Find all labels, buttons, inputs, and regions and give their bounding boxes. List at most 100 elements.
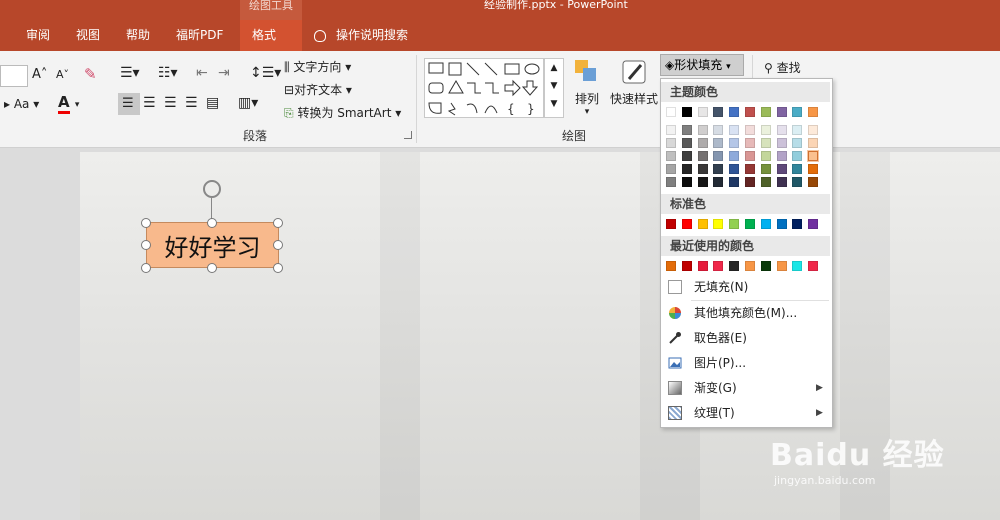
justify-icon[interactable]: ☰: [185, 95, 198, 111]
more-fill-colors-item[interactable]: 其他填充颜色(M)...: [661, 302, 830, 324]
theme-shade-swatch[interactable]: [713, 164, 724, 174]
theme-shade-swatch[interactable]: [681, 138, 692, 148]
resize-handle-sw[interactable]: [141, 263, 151, 273]
theme-shade-swatch[interactable]: [729, 125, 740, 135]
theme-shade-swatch[interactable]: [666, 138, 676, 148]
quick-styles-button[interactable]: 快速样式: [608, 57, 660, 107]
more-shapes-icon[interactable]: ▼: [545, 95, 563, 113]
theme-shade-swatch[interactable]: [681, 164, 692, 174]
tab-format[interactable]: 格式: [240, 20, 302, 51]
theme-shade-swatch[interactable]: [745, 177, 755, 187]
rotation-handle[interactable]: [203, 180, 221, 198]
theme-shade-swatch[interactable]: [776, 177, 787, 187]
increase-indent-icon[interactable]: ⇥: [218, 65, 230, 81]
recent-color-swatch[interactable]: [745, 261, 755, 271]
gradient-item[interactable]: 渐变(G) ▶: [661, 377, 830, 399]
theme-color-swatch[interactable]: [760, 107, 771, 117]
tab-foxit-pdf[interactable]: 福昕PDF: [164, 20, 235, 51]
recent-color-swatch[interactable]: [713, 261, 724, 271]
recent-color-swatch[interactable]: [681, 261, 692, 271]
theme-shade-swatch[interactable]: [729, 138, 740, 148]
paragraph-dialog-launcher[interactable]: [404, 131, 412, 139]
decrease-font-icon[interactable]: A˅: [56, 68, 69, 81]
distributed-icon[interactable]: ▤: [206, 95, 219, 111]
align-left-button[interactable]: ☰: [118, 93, 140, 115]
no-fill-item[interactable]: 无填充(N): [661, 276, 830, 298]
increase-font-icon[interactable]: A˄: [32, 67, 47, 82]
theme-shade-swatch[interactable]: [792, 151, 803, 161]
theme-shade-swatch[interactable]: [666, 125, 676, 135]
recent-color-swatch[interactable]: [729, 261, 740, 271]
theme-shade-swatch[interactable]: [697, 164, 708, 174]
standard-color-swatch[interactable]: [760, 219, 771, 229]
standard-color-swatch[interactable]: [666, 219, 676, 229]
standard-color-swatch[interactable]: [745, 219, 755, 229]
theme-shade-swatch[interactable]: [681, 177, 692, 187]
picture-fill-item[interactable]: 图片(P)...: [661, 352, 830, 374]
theme-shade-swatch[interactable]: [697, 125, 708, 135]
theme-shade-swatch[interactable]: [808, 151, 819, 161]
theme-color-swatch[interactable]: [681, 107, 692, 117]
theme-shade-swatch[interactable]: [713, 125, 724, 135]
text-direction-button[interactable]: ⫼ 文字方向 ▾: [284, 58, 351, 75]
theme-shade-swatch[interactable]: [792, 164, 803, 174]
decrease-indent-icon[interactable]: ⇤: [196, 65, 208, 81]
selected-textbox[interactable]: 好好学习: [146, 222, 279, 268]
resize-handle-se[interactable]: [273, 263, 283, 273]
font-size-field[interactable]: [0, 65, 28, 87]
theme-shade-swatch[interactable]: [713, 151, 724, 161]
theme-shade-swatch[interactable]: [776, 138, 787, 148]
theme-shade-swatch[interactable]: [760, 125, 771, 135]
standard-color-swatch[interactable]: [681, 219, 692, 229]
theme-shade-swatch[interactable]: [745, 125, 755, 135]
align-right-icon[interactable]: ☰: [164, 95, 177, 111]
theme-shade-swatch[interactable]: [681, 125, 692, 135]
theme-shade-swatch[interactable]: [666, 164, 676, 174]
align-text-button[interactable]: ⊟对齐文本 ▾: [284, 81, 352, 98]
theme-shade-swatch[interactable]: [666, 151, 676, 161]
recent-color-swatch[interactable]: [697, 261, 708, 271]
resize-handle-ne[interactable]: [273, 218, 283, 228]
find-button[interactable]: ⚲ 查找: [764, 59, 801, 76]
theme-shade-swatch[interactable]: [745, 138, 755, 148]
tell-me-search[interactable]: 操作说明搜索: [314, 20, 408, 51]
resize-handle-n[interactable]: [207, 218, 217, 228]
theme-shade-swatch[interactable]: [697, 151, 708, 161]
numbering-icon[interactable]: ☷▾: [158, 65, 178, 81]
standard-color-swatch[interactable]: [729, 219, 740, 229]
line-spacing-icon[interactable]: ↕☰▾: [250, 65, 281, 81]
standard-color-swatch[interactable]: [697, 219, 708, 229]
shapes-gallery[interactable]: { }: [424, 58, 544, 118]
recent-color-swatch[interactable]: [792, 261, 803, 271]
theme-shade-swatch[interactable]: [666, 177, 676, 187]
resize-handle-nw[interactable]: [141, 218, 151, 228]
texture-item[interactable]: 纹理(T) ▶: [661, 402, 830, 424]
theme-shade-swatch[interactable]: [792, 177, 803, 187]
scroll-down-icon[interactable]: ▼: [545, 77, 563, 95]
theme-shade-swatch[interactable]: [697, 138, 708, 148]
standard-color-swatch[interactable]: [808, 219, 819, 229]
theme-color-swatch[interactable]: [729, 107, 740, 117]
theme-color-swatch[interactable]: [697, 107, 708, 117]
theme-shade-swatch[interactable]: [745, 151, 755, 161]
theme-shade-swatch[interactable]: [760, 164, 771, 174]
theme-shade-swatch[interactable]: [792, 125, 803, 135]
theme-shade-swatch[interactable]: [729, 151, 740, 161]
theme-color-swatch[interactable]: [666, 107, 676, 117]
theme-shade-swatch[interactable]: [760, 151, 771, 161]
theme-color-swatch[interactable]: [713, 107, 724, 117]
tab-view[interactable]: 视图: [64, 20, 112, 51]
columns-icon[interactable]: ▥▾: [238, 95, 258, 111]
align-center-icon[interactable]: ☰: [143, 95, 156, 111]
clear-format-icon[interactable]: ✎: [84, 65, 97, 83]
font-color-icon[interactable]: A ▾: [58, 93, 79, 114]
theme-shade-swatch[interactable]: [760, 177, 771, 187]
theme-shade-swatch[interactable]: [713, 138, 724, 148]
theme-color-swatch[interactable]: [808, 107, 819, 117]
bullets-icon[interactable]: ☰▾: [120, 65, 140, 81]
theme-color-swatch[interactable]: [776, 107, 787, 117]
shapes-gallery-scroll[interactable]: ▲ ▼ ▼: [544, 58, 564, 118]
resize-handle-w[interactable]: [141, 240, 151, 250]
resize-handle-s[interactable]: [207, 263, 217, 273]
theme-shade-swatch[interactable]: [808, 177, 819, 187]
